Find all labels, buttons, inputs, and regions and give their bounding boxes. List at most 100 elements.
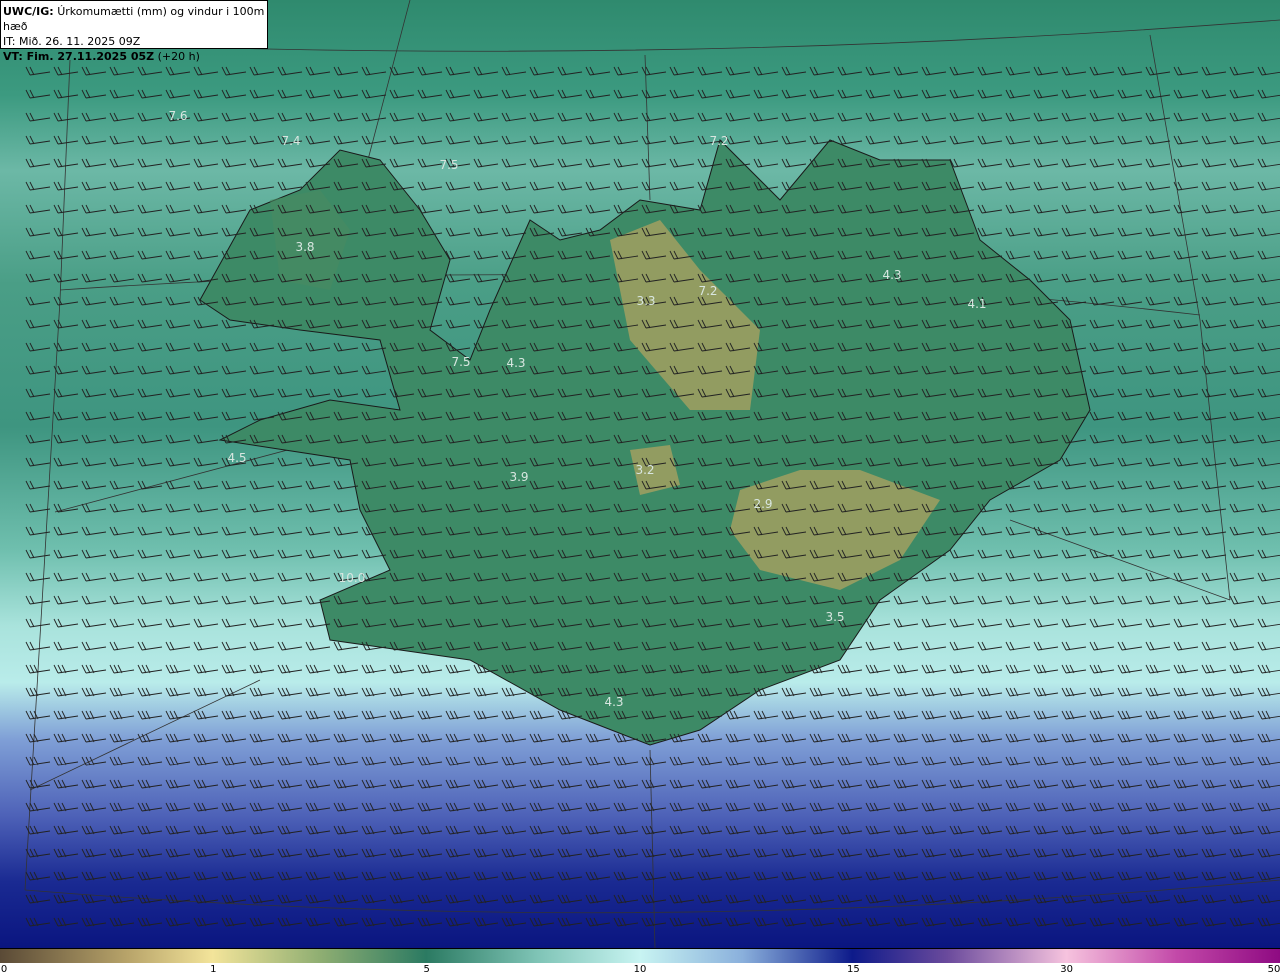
wind-barb — [389, 917, 415, 927]
wind-barb — [725, 89, 751, 99]
wind-barb — [557, 112, 583, 122]
wind-barb — [1117, 227, 1143, 237]
wind-barb — [697, 89, 723, 99]
wind-barb — [221, 549, 247, 559]
wind-barb — [165, 342, 191, 352]
wind-barb — [333, 503, 359, 513]
wind-barb — [1229, 802, 1255, 812]
wind-barb — [1201, 641, 1227, 651]
wind-barb — [977, 917, 1003, 927]
weather-map[interactable]: 7.6 7.4 7.5 7.2 3.8 3.3 7.2 4.3 4.1 7.5 4.3 4.5 3.9 3… — [0, 0, 1280, 948]
wind-barb — [333, 825, 359, 835]
wind-barb — [977, 641, 1003, 651]
wind-barb — [277, 365, 303, 375]
wind-barb — [165, 664, 191, 674]
wind-barb — [1257, 66, 1280, 76]
colorbar-tick: 50 — [1267, 964, 1280, 975]
wind-barb — [249, 710, 275, 720]
wind-barb — [1089, 181, 1115, 191]
wind-barb — [81, 526, 107, 536]
wind-barb — [1117, 181, 1143, 191]
wind-barb — [1145, 710, 1171, 720]
wind-barb — [1173, 66, 1199, 76]
wind-barb — [25, 457, 51, 467]
wind-barb — [557, 848, 583, 858]
wind-barb — [529, 848, 555, 858]
wind-barb — [137, 296, 163, 306]
wind-barb — [25, 848, 51, 858]
wind-barb — [137, 181, 163, 191]
wind-barb — [1033, 250, 1059, 260]
wind-barb — [781, 89, 807, 99]
wind-barb — [221, 641, 247, 651]
wind-barb — [753, 710, 779, 720]
wind-barb — [1257, 756, 1280, 766]
wind-barb — [1173, 181, 1199, 191]
wind-barb — [81, 848, 107, 858]
wind-barb — [81, 227, 107, 237]
wind-barb — [669, 89, 695, 99]
wind-barb — [417, 135, 443, 145]
wind-barb — [193, 319, 219, 329]
wind-barb — [81, 319, 107, 329]
wind-barb — [1005, 503, 1031, 513]
wind-barb — [81, 595, 107, 605]
wind-barb — [977, 181, 1003, 191]
wind-barb — [837, 848, 863, 858]
wind-barb — [1117, 296, 1143, 306]
wind-barb — [1201, 480, 1227, 490]
wind-barb — [305, 825, 331, 835]
wind-barb — [977, 733, 1003, 743]
wind-barb — [1089, 733, 1115, 743]
wind-barb — [697, 848, 723, 858]
wind-barb — [137, 342, 163, 352]
wind-barb — [949, 802, 975, 812]
wind-barb — [333, 687, 359, 697]
wind-barb — [921, 618, 947, 628]
wind-barb — [137, 871, 163, 881]
wind-barb — [333, 664, 359, 674]
wind-barb — [753, 112, 779, 122]
wind-barb — [1173, 917, 1199, 927]
wind-barb — [1089, 296, 1115, 306]
wind-barb — [109, 457, 135, 467]
wind-barb — [25, 227, 51, 237]
precipitation-colorbar — [0, 948, 1280, 963]
wind-barb — [1229, 664, 1255, 674]
wind-barb — [333, 756, 359, 766]
wind-barb — [193, 802, 219, 812]
wind-barb — [921, 756, 947, 766]
wind-barb — [1201, 434, 1227, 444]
wind-barb — [1201, 687, 1227, 697]
wind-barb — [53, 112, 79, 122]
wind-barb — [1201, 204, 1227, 214]
wind-barb — [361, 779, 387, 789]
wind-barb — [1145, 204, 1171, 214]
wind-barb — [193, 687, 219, 697]
wind-barb — [1117, 112, 1143, 122]
wind-barb — [977, 572, 1003, 582]
wind-barb — [361, 733, 387, 743]
wind-barb — [165, 319, 191, 329]
wind-barb — [81, 112, 107, 122]
wind-barb — [221, 779, 247, 789]
wind-barb — [1257, 227, 1280, 237]
wind-barb — [557, 779, 583, 789]
wind-barb — [921, 733, 947, 743]
wind-barb — [333, 549, 359, 559]
wind-barb — [613, 135, 639, 145]
wind-barb — [613, 89, 639, 99]
wind-barb — [473, 848, 499, 858]
wind-barb — [333, 342, 359, 352]
wind-barb — [249, 526, 275, 536]
wind-barb — [277, 756, 303, 766]
wind-barb — [1257, 917, 1280, 927]
wind-barb — [473, 158, 499, 168]
wind-barb — [501, 917, 527, 927]
wind-barb — [529, 158, 555, 168]
wind-barb — [1089, 848, 1115, 858]
wind-barb — [1173, 158, 1199, 168]
wind-barb — [837, 894, 863, 904]
wind-barb — [1061, 848, 1087, 858]
wind-barb — [137, 388, 163, 398]
